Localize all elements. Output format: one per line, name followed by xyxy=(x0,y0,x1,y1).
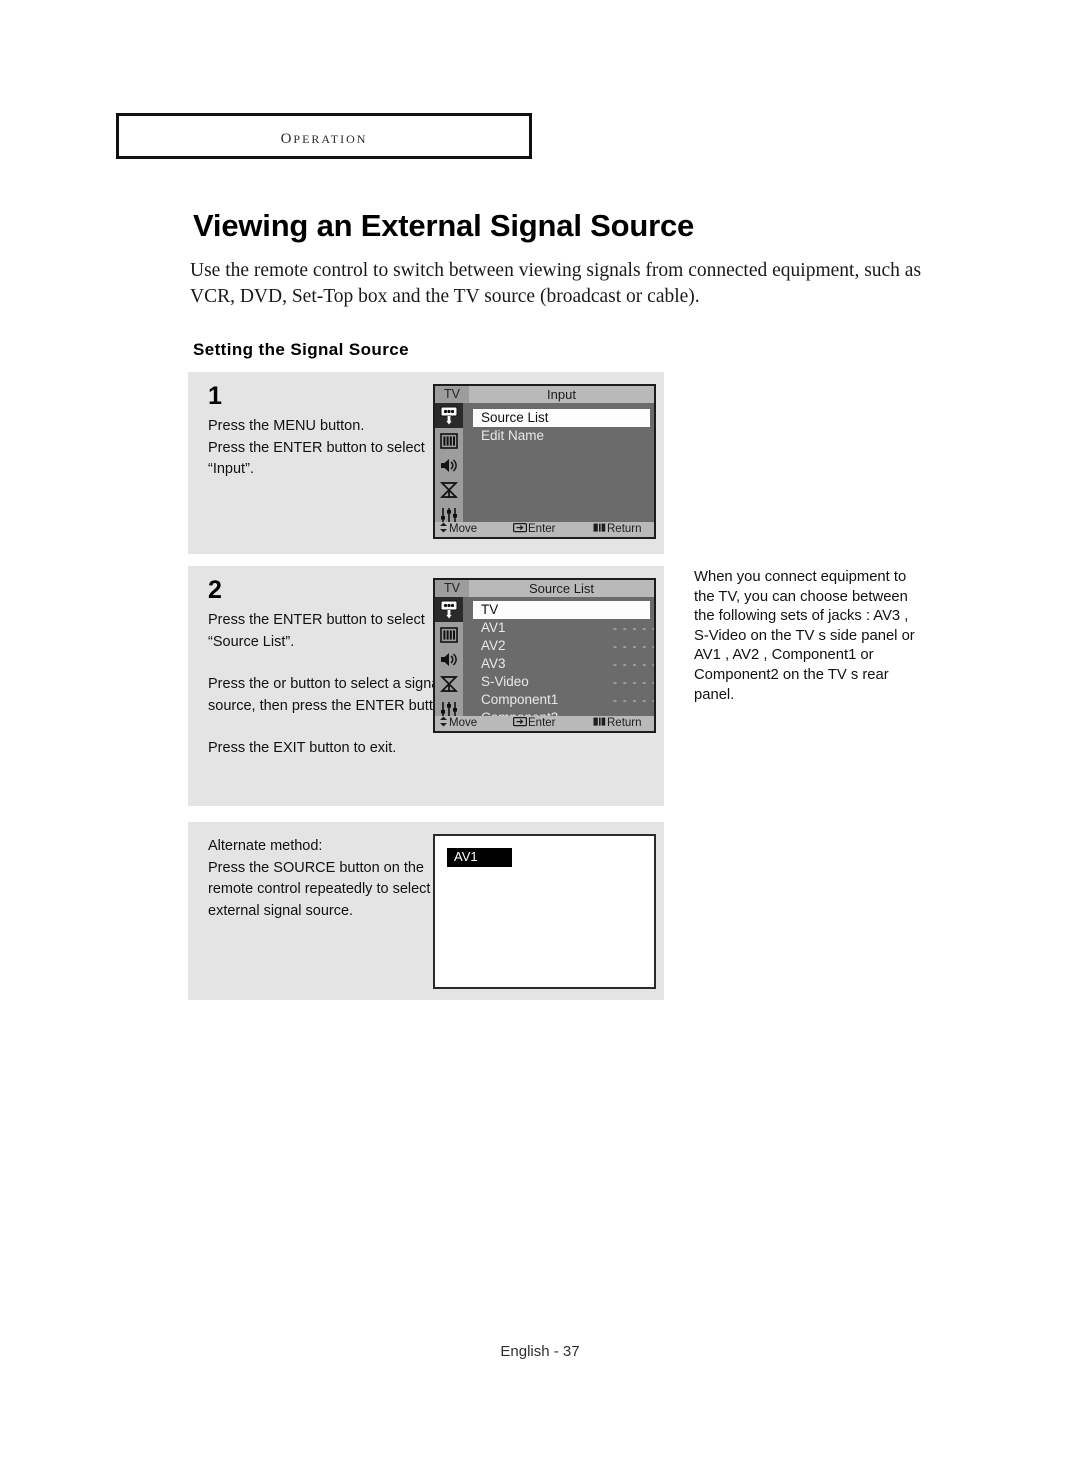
updown-arrow-icon xyxy=(439,522,448,538)
page-footer: English - 37 xyxy=(500,1343,580,1360)
osd-body: Source List Edit Name xyxy=(435,403,654,537)
osd-icon-sidebar xyxy=(435,403,463,537)
picture-bars-icon[interactable] xyxy=(435,622,463,647)
picture-bars-icon[interactable] xyxy=(435,428,463,453)
sound-speaker-icon[interactable] xyxy=(435,453,463,478)
alternate-method-panel: Alternate method: Press the SOURCE butto… xyxy=(188,822,664,1000)
osd-item-list: TV AV1 - - - - - AV2 - - - - - AV3 - - -… xyxy=(473,601,654,727)
osd-footer-move: Move xyxy=(439,716,477,731)
updown-arrow-icon xyxy=(439,716,448,732)
sound-speaker-icon[interactable] xyxy=(435,647,463,672)
osd-item-list: Source List Edit Name xyxy=(473,409,650,445)
osd-footer-enter: Enter xyxy=(512,522,556,538)
step-number-2: 2 xyxy=(208,576,223,604)
osd-item-component1[interactable]: Component1 - - - - - xyxy=(473,691,654,709)
osd-footer-return-label: Return xyxy=(607,717,642,729)
osd-item-av3[interactable]: AV3 - - - - - xyxy=(473,655,654,673)
osd-source-label: TV xyxy=(435,386,469,403)
osd-footer-move: Move xyxy=(439,522,477,537)
step-1-line-2: Press the ENTER button to select “Input”… xyxy=(208,439,425,478)
osd-item-tv[interactable]: TV xyxy=(473,601,650,619)
alternate-method-body: Press the SOURCE button on the remote co… xyxy=(208,859,451,919)
osd-item-dash: - - - - - xyxy=(613,621,656,635)
osd-item-source-list[interactable]: Source List xyxy=(473,409,650,427)
osd-item-label: Component1 xyxy=(481,692,559,707)
alternate-method-text: Alternate method: Press the SOURCE butto… xyxy=(208,836,458,922)
channel-antenna-icon[interactable] xyxy=(435,478,463,503)
osd-item-dash: - - - - - xyxy=(613,639,656,653)
osd-footer-move-label: Move xyxy=(449,717,478,729)
osd-item-label: AV1 xyxy=(481,620,506,635)
step-2-line-3: Press the EXIT button to exit. xyxy=(208,740,397,756)
osd-item-label: Source List xyxy=(481,410,549,425)
page-title: Viewing an External Signal Source xyxy=(193,208,695,243)
intro-paragraph: Use the remote control to switch between… xyxy=(190,260,922,307)
osd-footer-enter-label: Enter xyxy=(528,717,556,729)
osd-titlebar: TV Source List xyxy=(435,580,654,597)
step-1-line-1: Press the MENU button. xyxy=(208,418,365,434)
osd-footer-move-label: Move xyxy=(449,523,478,535)
step-1-text: Press the MENU button. Press the ENTER b… xyxy=(208,416,458,481)
return-key-icon xyxy=(593,716,606,732)
osd-item-label: S-Video xyxy=(481,674,529,689)
osd-item-label: TV xyxy=(481,602,499,617)
osd-menu-title: Source List xyxy=(528,581,595,596)
osd-item-av1[interactable]: AV1 - - - - - xyxy=(473,619,654,637)
enter-key-icon xyxy=(512,716,528,732)
osd-footer-enter-label: Enter xyxy=(528,523,556,535)
av-preview-tag: AV1 xyxy=(447,848,512,867)
osd-item-dash: - - - - - xyxy=(613,675,656,689)
osd-item-label: Edit Name xyxy=(481,428,545,443)
step-number-1: 1 xyxy=(208,382,223,410)
osd-item-dash: - - - - - xyxy=(613,693,656,707)
sub-heading: Setting the Signal Source xyxy=(193,340,409,359)
osd-footer-return: Return xyxy=(593,522,642,537)
osd-item-label: AV2 xyxy=(481,638,506,653)
osd-footer-return: Return xyxy=(593,716,642,731)
input-jack-icon[interactable] xyxy=(435,597,463,622)
osd-item-edit-name[interactable]: Edit Name xyxy=(473,427,650,445)
osd-footer-enter: Enter xyxy=(512,716,556,732)
osd-footer: Move Enter Return xyxy=(435,522,654,537)
osd-icon-sidebar xyxy=(435,597,463,731)
osd-footer: Move Enter Return xyxy=(435,716,654,731)
channel-antenna-icon[interactable] xyxy=(435,672,463,697)
alternate-method-heading: Alternate method: xyxy=(208,838,323,854)
av-preview-box: AV1 xyxy=(433,834,656,989)
input-jack-icon[interactable] xyxy=(435,403,463,428)
chapter-banner: Operation xyxy=(116,113,532,159)
osd-source-list-menu: TV Source List TV AV1 - - - - - AV2 - - … xyxy=(433,578,656,733)
osd-item-s-video[interactable]: S-Video - - - - - xyxy=(473,673,654,691)
osd-body: TV AV1 - - - - - AV2 - - - - - AV3 - - -… xyxy=(435,597,654,731)
osd-item-av2[interactable]: AV2 - - - - - xyxy=(473,637,654,655)
osd-menu-title: Input xyxy=(547,387,576,402)
osd-item-label: AV3 xyxy=(481,656,506,671)
osd-titlebar: TV Input xyxy=(435,386,654,403)
step-panel-1: 1 Press the MENU button. Press the ENTER… xyxy=(188,372,664,554)
step-2-line-2: Press the or button to select a signal s… xyxy=(208,676,454,714)
osd-item-dash: - - - - - xyxy=(613,657,656,671)
enter-key-icon xyxy=(512,522,528,538)
osd-source-label: TV xyxy=(435,580,469,597)
osd-footer-return-label: Return xyxy=(607,523,642,535)
step-panel-2: 2 Press the ENTER button to select “Sour… xyxy=(188,566,664,806)
side-note: When you connect equipment to the TV, yo… xyxy=(694,569,915,703)
step-2-line-1: Press the ENTER button to select “Source… xyxy=(208,612,425,650)
chapter-label: Operation xyxy=(280,123,368,148)
osd-input-menu: TV Input Source List Edit Name Move Ente… xyxy=(433,384,656,539)
return-key-icon xyxy=(593,522,606,538)
step-2-text: Press the ENTER button to select “Source… xyxy=(208,610,460,760)
